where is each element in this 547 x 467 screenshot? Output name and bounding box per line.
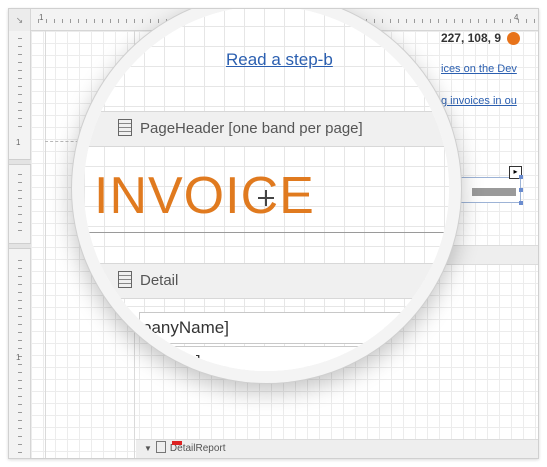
band-header-detail-report[interactable]: ▼ DetailReport <box>136 439 538 458</box>
ruler-segment <box>9 167 31 235</box>
progress-control <box>472 188 516 196</box>
ruler-label: 4 <box>514 13 519 22</box>
error-marker <box>172 441 182 445</box>
invoice-title-label[interactable]: INVOICE <box>94 166 315 226</box>
ship-name-field[interactable]: [Sh me] <box>139 346 439 371</box>
underline-separator <box>84 232 449 233</box>
crosshair-cursor-icon <box>258 190 274 206</box>
ruler-corner-icon: ↘ <box>9 9 31 31</box>
band-label: Detail <box>140 272 179 289</box>
coordinate-readout: 227, 108, 9 <box>441 26 520 50</box>
resize-handle[interactable] <box>519 175 523 179</box>
selected-control[interactable]: ▸ <box>449 166 522 203</box>
band-header-detail[interactable]: Detail <box>84 263 449 299</box>
vertical-ruler: 1 1 <box>9 31 31 458</box>
magnified-link[interactable]: Read a step-b <box>226 50 333 70</box>
band-icon <box>155 441 166 453</box>
collapse-arrow-icon[interactable]: ▼ <box>144 444 152 453</box>
band-label: PageHeader [one band per page] <box>140 120 363 137</box>
coordinate-text: 227, 108, 9 <box>440 31 501 45</box>
margin-guide <box>45 31 46 458</box>
resize-handle[interactable] <box>519 188 523 192</box>
link-background[interactable]: g invoices in ou <box>441 95 517 107</box>
band-header-page-header[interactable]: PageHeader [one band per page] <box>84 111 449 147</box>
database-icon <box>431 337 442 350</box>
band-icon <box>118 271 132 288</box>
band-splitter[interactable] <box>9 243 31 249</box>
band-icon <box>118 119 132 136</box>
link-background[interactable]: ices on the Dev <box>441 63 517 75</box>
database-icon <box>431 359 442 371</box>
ruler-label: 1 <box>39 13 44 22</box>
magnifier-lens: Read a step-b PageHeader [one band per p… <box>84 9 449 371</box>
database-icon <box>431 318 442 331</box>
company-name-field[interactable]: panyName] <box>139 312 439 344</box>
ruler-segment <box>9 31 31 131</box>
ruler-label: 1 <box>16 138 21 147</box>
resize-handle[interactable] <box>519 201 523 205</box>
status-dot-icon <box>507 31 520 45</box>
report-designer: ↘ 1 4 1 1 ices on the Dev g invoices in … <box>8 8 539 459</box>
database-icon <box>431 299 442 312</box>
ruler-label: 1 <box>16 353 21 362</box>
band-splitter[interactable] <box>9 159 31 165</box>
